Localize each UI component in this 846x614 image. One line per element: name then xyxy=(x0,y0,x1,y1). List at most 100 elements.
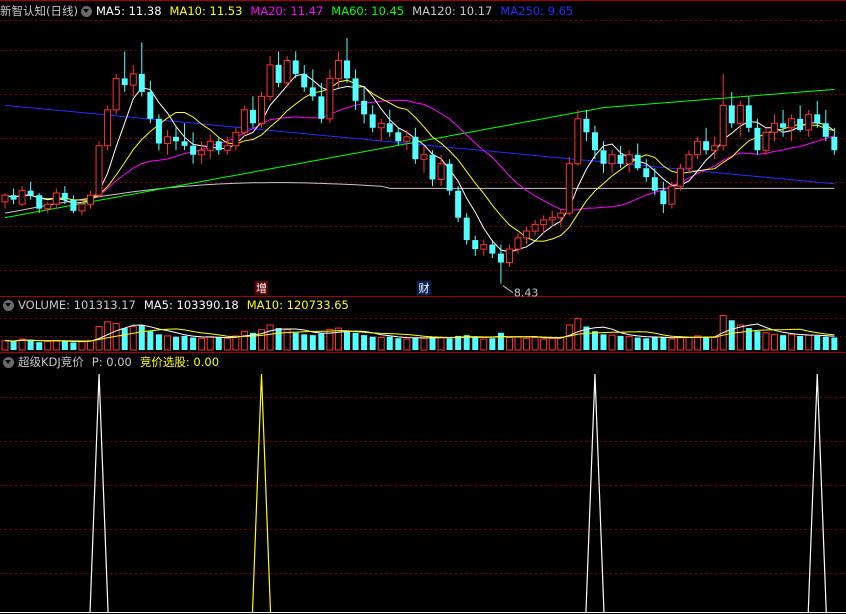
candle-body xyxy=(489,244,496,254)
candle-body xyxy=(181,141,188,146)
volume-bar xyxy=(386,336,393,350)
candle-body xyxy=(95,145,103,196)
volume-bar xyxy=(429,336,436,350)
volume-bar xyxy=(540,338,548,351)
candle-body xyxy=(87,194,94,205)
candle-body xyxy=(292,60,299,74)
candle-body xyxy=(377,122,385,129)
volume-bar xyxy=(446,338,453,350)
volume-bar xyxy=(309,335,316,350)
volume-bar xyxy=(301,334,308,350)
volume-bar xyxy=(147,331,154,350)
volume-bar xyxy=(651,336,658,350)
volume-bar xyxy=(685,336,693,351)
candle-body xyxy=(163,136,171,145)
candle-body xyxy=(258,95,265,124)
volume-indicator-0: MA5: 103390.18 xyxy=(143,298,239,312)
kdj-signal-spike xyxy=(251,373,272,613)
candle-body xyxy=(386,123,393,133)
volume-bar xyxy=(514,336,522,351)
volume-bar xyxy=(352,332,359,350)
candle-body xyxy=(600,150,607,164)
ma250-line xyxy=(4,104,835,185)
volume-bar xyxy=(523,337,531,351)
price-indicator-5: MA250: 9.65 xyxy=(500,4,574,18)
volume-bar xyxy=(173,336,179,350)
candle-body xyxy=(472,240,479,250)
kdj-panel-title: 超级KDJ竞价 xyxy=(18,355,84,369)
volume-bar xyxy=(52,340,60,351)
candle-body xyxy=(754,127,761,151)
volume-bar xyxy=(275,328,282,350)
volume-bar xyxy=(728,320,735,350)
volume-bar xyxy=(10,341,17,350)
volume-bar xyxy=(557,336,565,351)
volume-bar xyxy=(643,338,650,350)
candle-body xyxy=(703,141,710,151)
candle-body xyxy=(780,123,787,128)
candle-body xyxy=(309,87,316,97)
volume-bar xyxy=(472,336,479,350)
candle-body xyxy=(369,114,376,128)
candle-body xyxy=(104,109,112,147)
candle-body xyxy=(344,60,350,79)
candle-body xyxy=(223,145,231,151)
candle-body xyxy=(121,78,128,86)
volume-panel-menu-button[interactable] xyxy=(3,299,14,311)
price-panel-menu-button[interactable] xyxy=(80,5,92,17)
candle-body xyxy=(771,122,778,133)
candle-body xyxy=(711,145,719,151)
volume-ma10-line xyxy=(4,328,835,342)
kdj-panel-menu-button[interactable] xyxy=(3,356,14,368)
kdj-indicator-1: 竞价选股: 0.00 xyxy=(139,355,220,369)
volume-bar xyxy=(403,338,411,351)
volume-bar xyxy=(266,324,274,351)
volume-bar xyxy=(531,336,539,351)
candle-body xyxy=(429,154,436,180)
volume-bar xyxy=(797,335,804,350)
volume-bar xyxy=(369,336,376,350)
volume-bar xyxy=(754,331,761,350)
price-indicator-1: MA10: 11.53 xyxy=(169,4,243,18)
candle-body xyxy=(788,118,796,129)
candle-body xyxy=(514,237,522,250)
volume-panel-title: VOLUME: 101313.17 xyxy=(18,298,136,312)
volume-bar xyxy=(780,335,787,350)
volume-bar xyxy=(1,340,9,351)
candle-body xyxy=(155,118,162,144)
candle-body xyxy=(685,154,693,169)
marker-cai: 财 xyxy=(418,281,429,295)
marker-zeng: 增 xyxy=(256,281,267,295)
volume-bar xyxy=(163,335,171,351)
candle-body xyxy=(668,185,676,205)
volume-bar xyxy=(87,340,94,351)
volume-bar xyxy=(318,333,325,350)
candle-body xyxy=(694,140,702,156)
candle-body xyxy=(728,105,735,124)
candle-body xyxy=(70,199,77,211)
candle-body xyxy=(173,136,179,142)
candle-body xyxy=(574,118,582,165)
kdj-indicator-0: P: 0.00 xyxy=(91,355,132,369)
candle-body xyxy=(591,132,598,151)
candle-body xyxy=(540,219,548,225)
volume-bar xyxy=(788,333,796,351)
volume-bar xyxy=(676,336,684,351)
candle-body xyxy=(301,73,308,88)
candle-body xyxy=(523,230,531,239)
volume-ma5-line xyxy=(4,323,835,342)
volume-bar xyxy=(215,337,222,350)
volume-indicator-1: MA10: 120733.65 xyxy=(246,298,349,312)
volume-bar xyxy=(617,335,624,350)
candle-body xyxy=(480,244,488,250)
candle-body xyxy=(326,77,334,120)
candle-body xyxy=(497,253,504,263)
kdj-indicator-list: P: 0.00 竞价选股: 0.00 xyxy=(92,354,227,370)
candle-body xyxy=(1,194,9,203)
candle-body xyxy=(249,109,256,124)
candle-body xyxy=(112,77,120,111)
candle-body xyxy=(266,64,274,97)
candle-body xyxy=(36,195,43,209)
candle-body xyxy=(822,123,829,137)
volume-bar xyxy=(634,337,641,350)
